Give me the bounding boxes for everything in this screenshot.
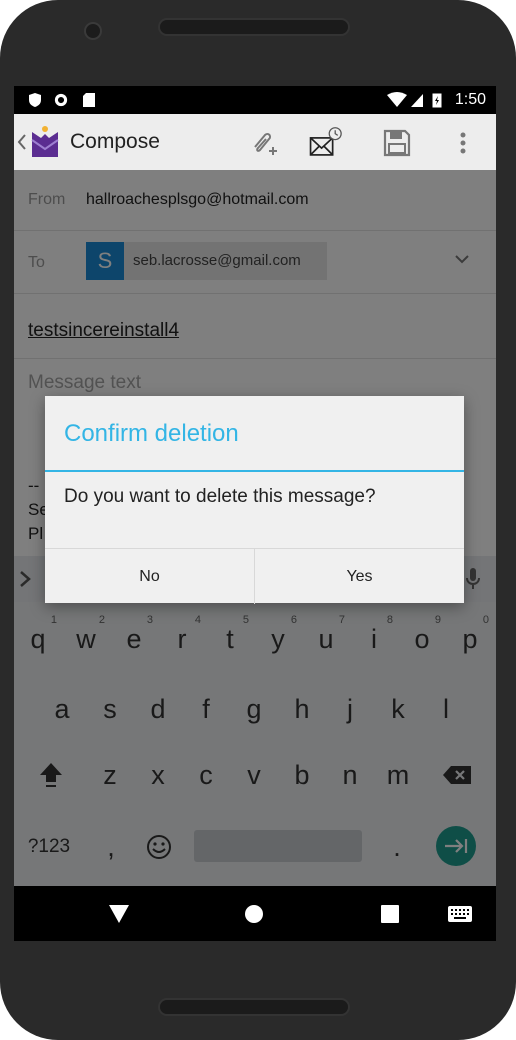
- bottom-speaker: [158, 998, 350, 1016]
- no-button[interactable]: No: [45, 549, 255, 604]
- dialog-title-divider: [45, 470, 464, 472]
- send-later-icon: [309, 127, 342, 156]
- front-camera: [84, 22, 102, 40]
- signal-icon: [411, 94, 423, 107]
- attach-icon: [254, 132, 277, 155]
- overflow-menu-button[interactable]: [446, 126, 480, 160]
- dialog-message: Do you want to delete this message?: [64, 486, 376, 507]
- dialog-title: Confirm deletion: [64, 420, 239, 447]
- save-draft-button[interactable]: [380, 126, 414, 160]
- nav-home-icon[interactable]: [244, 904, 264, 924]
- keyboard-switch-icon[interactable]: [448, 906, 472, 922]
- wifi-icon: [387, 92, 407, 107]
- back-chevron-icon[interactable]: [17, 133, 27, 151]
- top-speaker: [158, 18, 350, 36]
- nav-recents-icon[interactable]: [381, 905, 399, 923]
- navigation-bar: [14, 886, 496, 941]
- app-logo-icon: [31, 126, 59, 157]
- attach-button[interactable]: [246, 126, 280, 160]
- dialog-button-bar: No Yes: [45, 548, 464, 604]
- confirm-deletion-dialog: Confirm deletion Do you want to delete t…: [45, 396, 464, 604]
- clock: 1:50: [454, 91, 486, 108]
- sd-card-icon: [83, 93, 95, 107]
- save-draft-icon: [383, 129, 411, 157]
- status-bar: 1:50: [14, 86, 496, 114]
- record-icon: [54, 93, 68, 107]
- nav-back-icon[interactable]: [108, 904, 130, 924]
- overflow-menu-icon: [460, 132, 466, 154]
- send-later-button[interactable]: [308, 126, 342, 160]
- battery-charging-icon: [432, 93, 442, 108]
- shield-icon: [29, 93, 41, 107]
- phone-frame: 1:50 Compose Confirm deletion Do you wan…: [0, 0, 516, 1040]
- screen: 1:50 Compose Confirm deletion Do you wan…: [14, 86, 496, 941]
- page-title: Compose: [70, 130, 160, 153]
- yes-button[interactable]: Yes: [255, 549, 464, 604]
- app-bar: Compose: [14, 114, 496, 170]
